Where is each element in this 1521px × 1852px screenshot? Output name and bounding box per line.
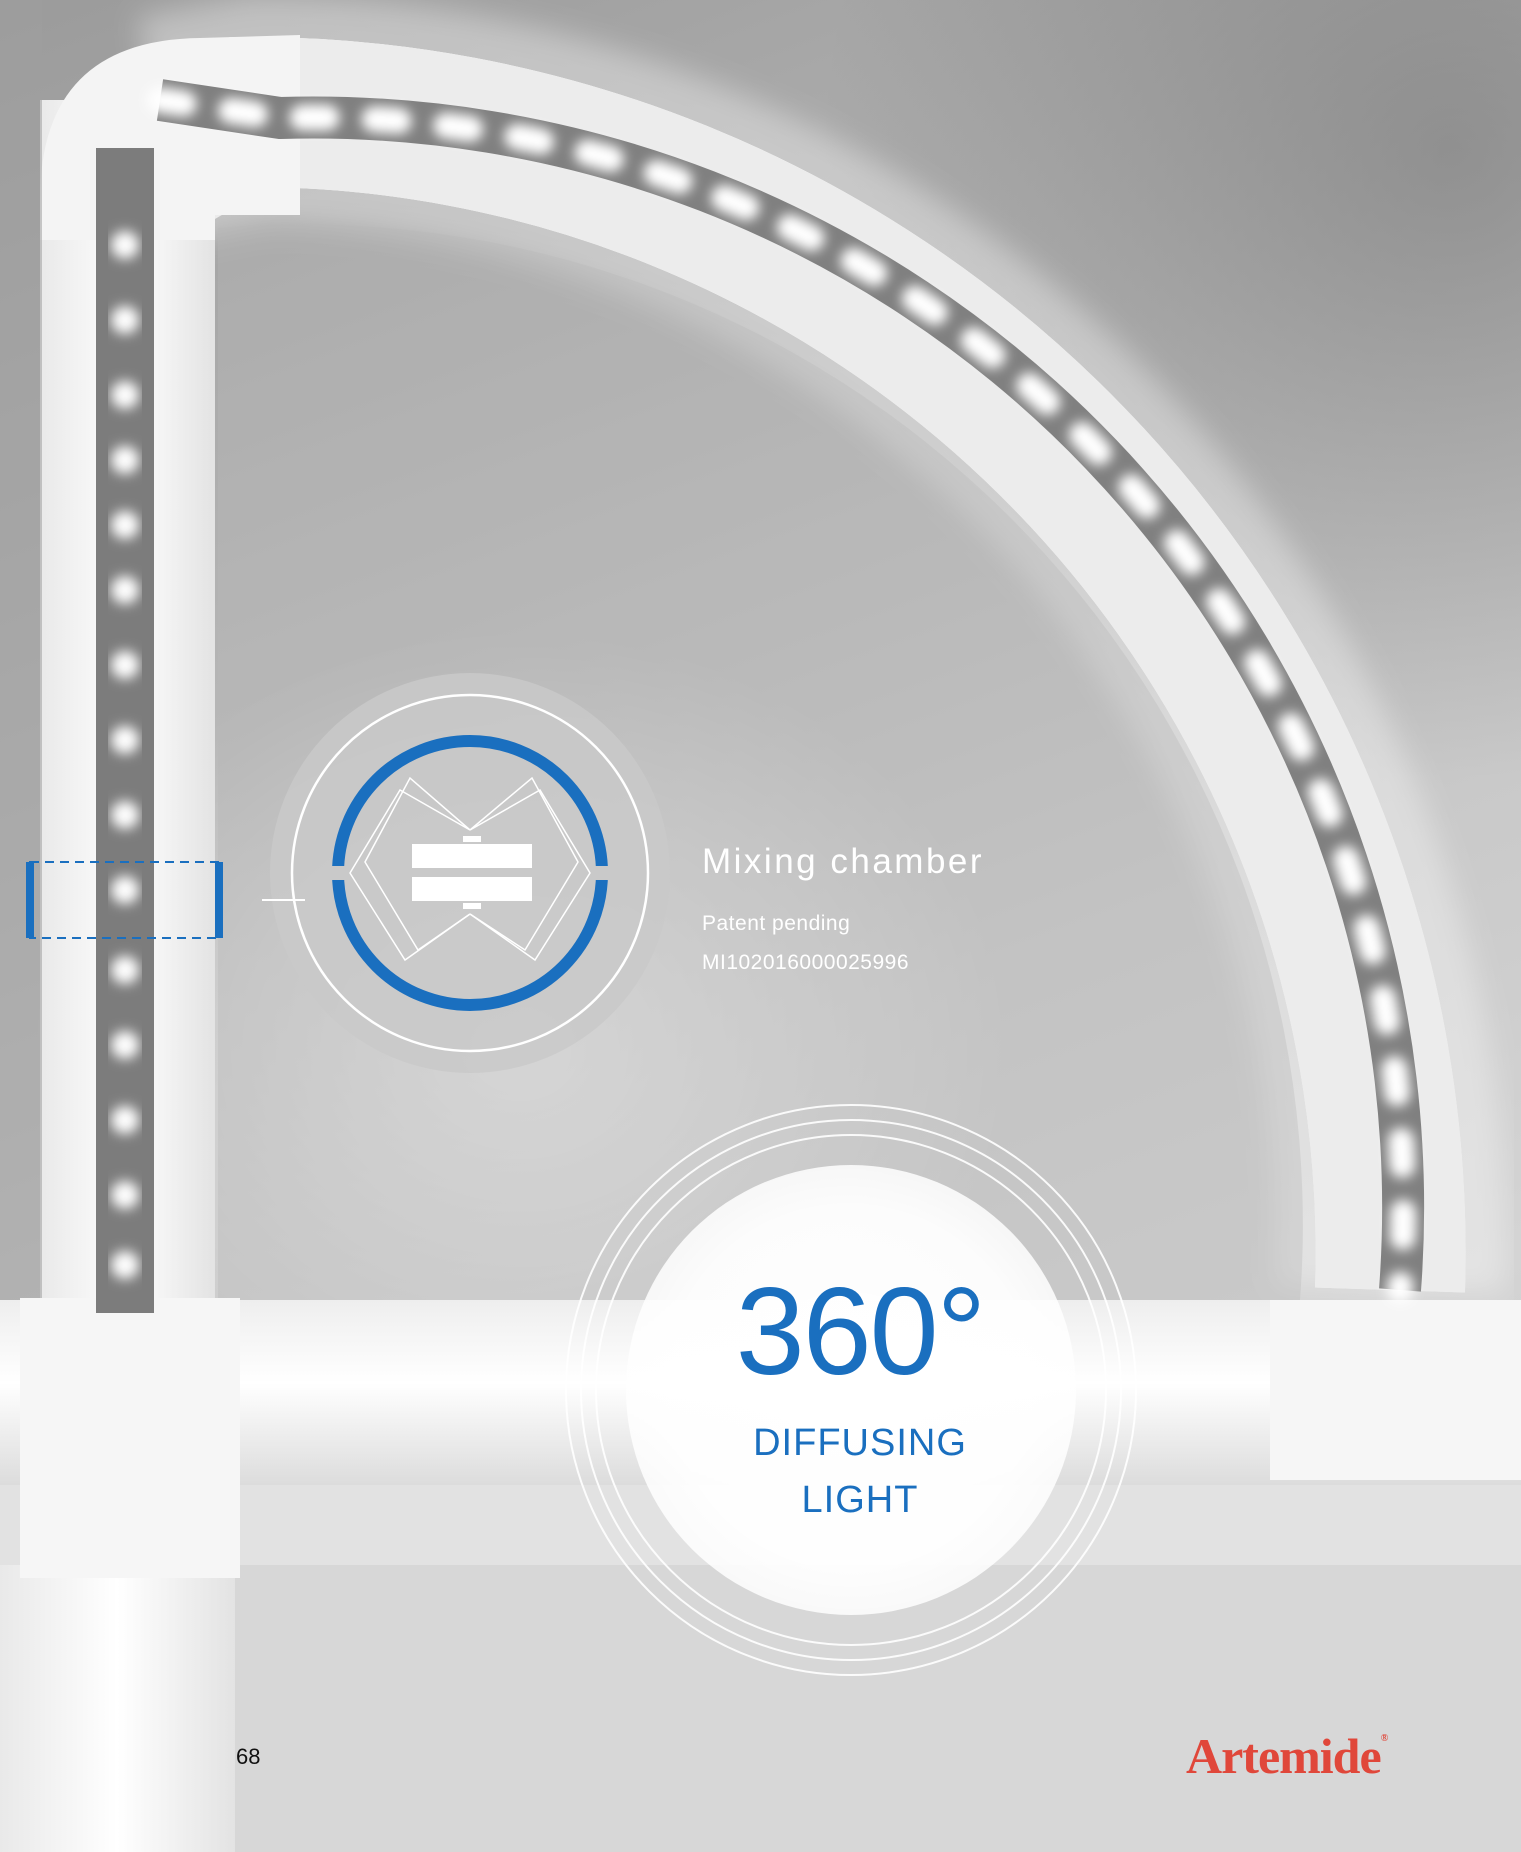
brand-name: Artemide <box>1186 1728 1382 1784</box>
patent-number: MI102016000025996 <box>702 951 910 974</box>
feature-number: 360° <box>735 1263 986 1401</box>
feature-line-2: LIGHT <box>801 1479 919 1521</box>
mixing-chamber-title: Mixing chamber <box>702 842 985 881</box>
catalog-page: Mixing chamber Patent pending MI10201600… <box>0 0 1521 1852</box>
patent-status: Patent pending <box>702 912 851 935</box>
page-number: 68 <box>236 1744 261 1769</box>
brand-logo: Artemide® <box>1186 1727 1389 1785</box>
registered-mark: ® <box>1380 1733 1389 1744</box>
feature-line-1: DIFFUSING <box>753 1422 967 1464</box>
